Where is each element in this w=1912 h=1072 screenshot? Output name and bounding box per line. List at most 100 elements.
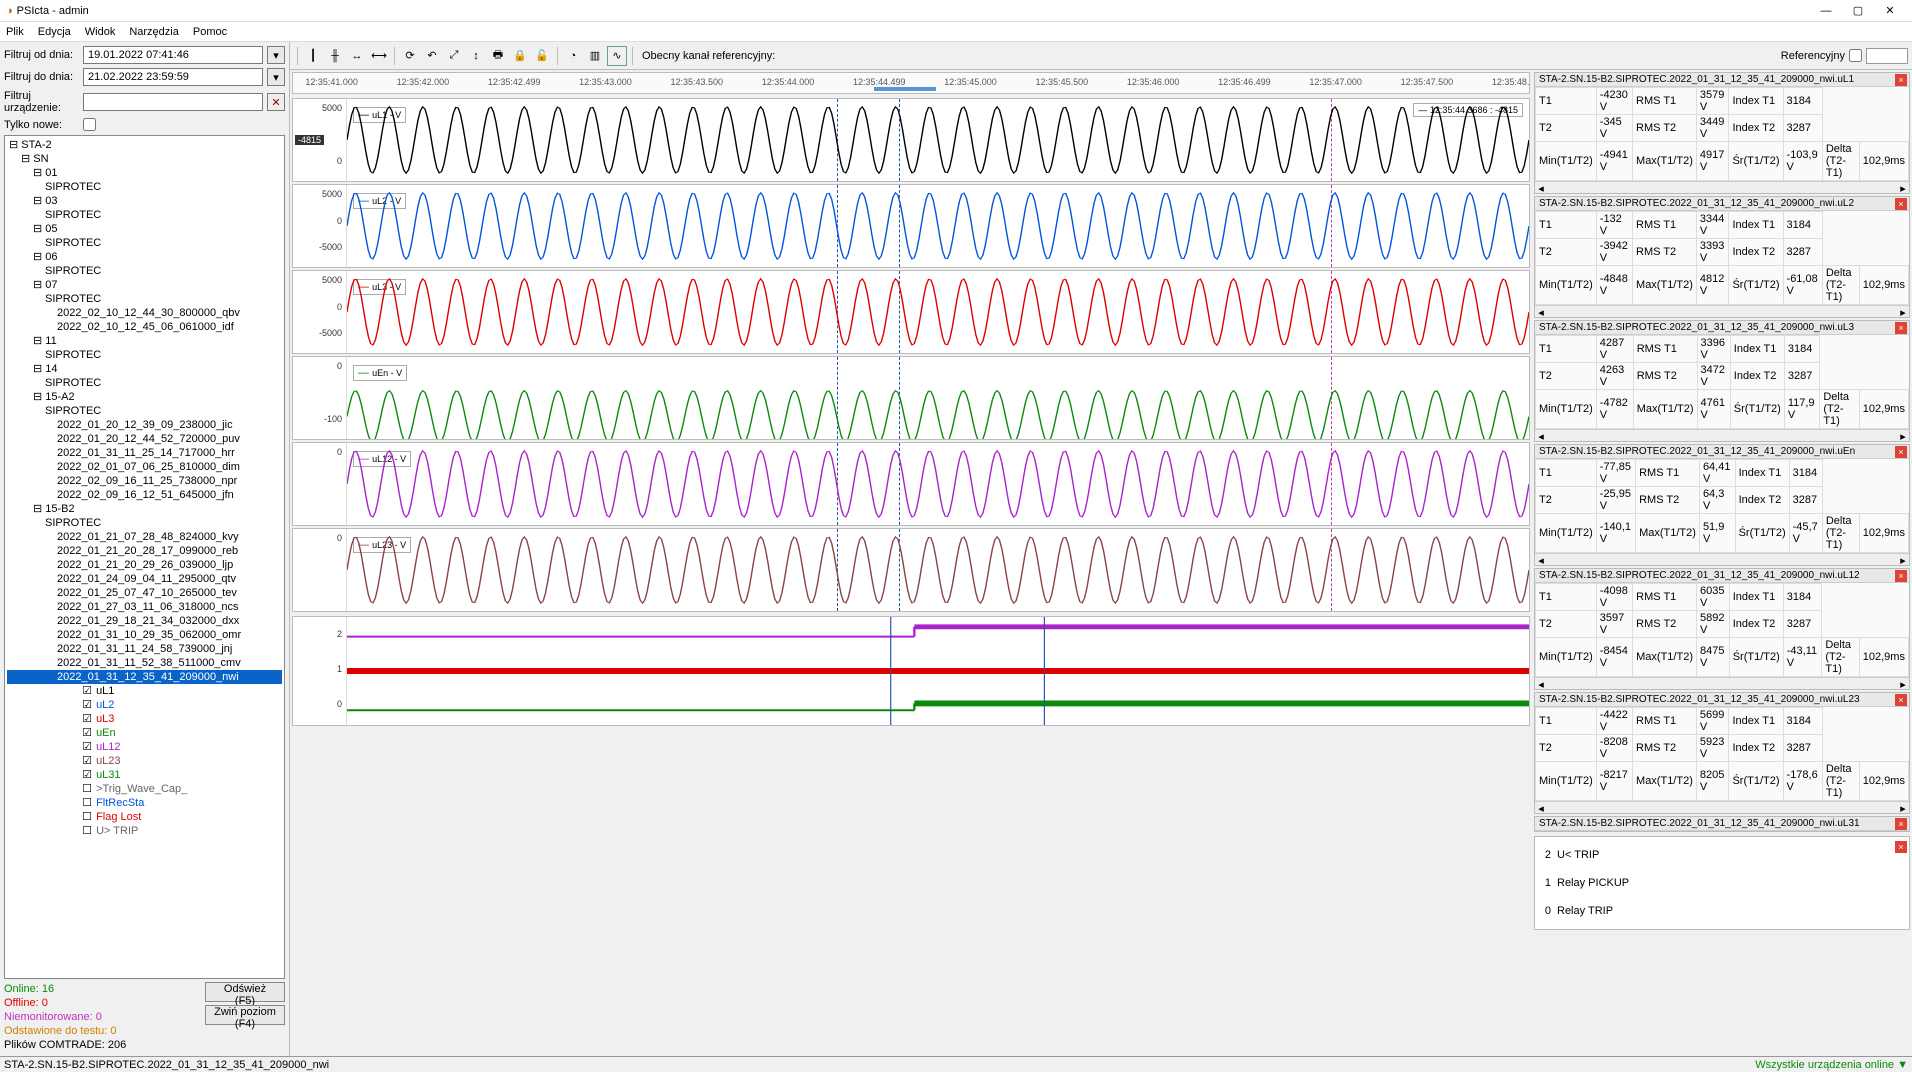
ref-checkbox[interactable] <box>1849 49 1862 62</box>
tree-row[interactable]: SIPROTEC <box>7 348 282 362</box>
tree-row[interactable]: SIPROTEC <box>7 404 282 418</box>
tree-row[interactable]: ☐ >Trig_Wave_Cap_ <box>7 782 282 796</box>
bars-icon[interactable]: ▥ <box>585 46 605 66</box>
tree-row[interactable]: 2022_02_01_07_06_25_810000_dim <box>7 460 282 474</box>
close-button[interactable]: ✕ <box>1874 2 1906 20</box>
analog-plot[interactable]: 0-100— uEn - V <box>292 356 1530 440</box>
tree-row[interactable]: 2022_01_31_11_24_58_739000_jnj <box>7 642 282 656</box>
tree-row[interactable]: ⊟ SN <box>7 152 282 166</box>
tree-row[interactable]: 2022_01_31_12_35_41_209000_nwi <box>7 670 282 684</box>
tree-row[interactable]: ☑ uL12 <box>7 740 282 754</box>
tree-row[interactable]: ☐ FltRecSta <box>7 796 282 810</box>
info-close-icon[interactable]: × <box>1895 446 1907 458</box>
status-right[interactable]: Wszystkie urządzenia online ▼ <box>1755 1059 1908 1071</box>
info-close-icon[interactable]: × <box>1895 74 1907 86</box>
fit-horiz-icon[interactable]: ⟷ <box>369 46 389 66</box>
calendar-to-icon[interactable]: ▾ <box>267 68 285 86</box>
only-new-checkbox[interactable] <box>83 118 96 131</box>
tree-row[interactable]: ☑ uL31 <box>7 768 282 782</box>
info-scroll[interactable]: ◂▸ <box>1535 801 1909 813</box>
tree-row[interactable]: ⊟ 07 <box>7 278 282 292</box>
tree-row[interactable]: SIPROTEC <box>7 264 282 278</box>
tree-row[interactable]: ☐ Flag Lost <box>7 810 282 824</box>
tree-row[interactable]: 2022_01_27_03_11_06_318000_ncs <box>7 600 282 614</box>
ref-color-box[interactable] <box>1866 48 1908 64</box>
menu-plik[interactable]: Plik <box>6 26 24 38</box>
menu-widok[interactable]: Widok <box>85 26 116 38</box>
filter-to-input[interactable] <box>83 68 263 86</box>
tree-row[interactable]: ⊟ 15-A2 <box>7 390 282 404</box>
tree-row[interactable]: ☑ uL3 <box>7 712 282 726</box>
minimize-button[interactable]: ― <box>1810 2 1842 20</box>
tree-row[interactable]: 2022_02_09_16_11_25_738000_npr <box>7 474 282 488</box>
tree-row[interactable]: ☑ uL23 <box>7 754 282 768</box>
info-close-icon[interactable]: × <box>1895 818 1907 830</box>
tree-row[interactable]: 2022_01_24_09_04_11_295000_qtv <box>7 572 282 586</box>
menu-pomoc[interactable]: Pomoc <box>193 26 227 38</box>
tree-row[interactable]: ☐ U> TRIP <box>7 824 282 838</box>
tree-row[interactable]: 2022_02_10_12_44_30_800000_qbv <box>7 306 282 320</box>
unlock-icon[interactable]: 🔓 <box>532 46 552 66</box>
filter-device-input[interactable] <box>83 93 263 111</box>
tree-row[interactable]: 2022_01_20_12_44_52_720000_puv <box>7 432 282 446</box>
cursor-range-icon[interactable]: ↔ <box>347 46 367 66</box>
lock-icon[interactable]: 🔒 <box>510 46 530 66</box>
wave-toggle-icon[interactable]: ∿ <box>607 46 627 66</box>
analog-plot[interactable]: 0— uL23 - V <box>292 528 1530 612</box>
info-close-icon[interactable]: × <box>1895 198 1907 210</box>
tree-row[interactable]: SIPROTEC <box>7 180 282 194</box>
analog-plot[interactable]: 50000— uL1 - V— 12:35:44.3686 : -4815-48… <box>292 98 1530 182</box>
fit-y-icon[interactable]: ↕ <box>466 46 486 66</box>
info-scroll[interactable]: ◂▸ <box>1535 305 1909 317</box>
tree-row[interactable]: ⊟ 14 <box>7 362 282 376</box>
device-tree[interactable]: ⊟ STA-2⊟ SN⊟ 01SIPROTEC⊟ 03SIPROTEC⊟ 05S… <box>4 135 285 979</box>
digital-plot[interactable]: 210 <box>292 616 1530 726</box>
info-scroll[interactable]: ◂▸ <box>1535 553 1909 565</box>
tree-row[interactable]: 2022_01_21_07_28_48_824000_kvy <box>7 530 282 544</box>
tree-row[interactable]: 2022_01_21_20_29_26_039000_ljp <box>7 558 282 572</box>
maximize-button[interactable]: ▢ <box>1842 2 1874 20</box>
tree-row[interactable]: ⊟ STA-2 <box>7 138 282 152</box>
refresh-button[interactable]: Odśwież (F5) <box>205 982 285 1002</box>
info-scroll[interactable]: ◂▸ <box>1535 181 1909 193</box>
tree-row[interactable]: 2022_02_10_12_45_06_061000_idf <box>7 320 282 334</box>
tree-row[interactable]: SIPROTEC <box>7 208 282 222</box>
cursor-single-icon[interactable]: ┃ <box>303 46 323 66</box>
analog-plot[interactable]: 0— uL12 - V <box>292 442 1530 526</box>
tree-row[interactable]: 2022_01_20_12_39_09_238000_jic <box>7 418 282 432</box>
clear-filter-icon[interactable]: ✕ <box>267 93 285 111</box>
tree-row[interactable]: ☑ uEn <box>7 726 282 740</box>
print-icon[interactable]: 🖶 <box>488 46 508 66</box>
tree-row[interactable]: 2022_01_25_07_47_10_265000_tev <box>7 586 282 600</box>
tree-row[interactable]: ⊟ 01 <box>7 166 282 180</box>
tree-row[interactable]: ⊟ 15-B2 <box>7 502 282 516</box>
menu-narzedzia[interactable]: Narzędzia <box>129 26 179 38</box>
tree-row[interactable]: ⊟ 06 <box>7 250 282 264</box>
tree-row[interactable]: SIPROTEC <box>7 236 282 250</box>
filter-from-input[interactable] <box>83 46 263 64</box>
tree-row[interactable]: SIPROTEC <box>7 376 282 390</box>
info-scroll[interactable]: ◂▸ <box>1535 677 1909 689</box>
tree-row[interactable]: 2022_01_31_10_29_35_062000_omr <box>7 628 282 642</box>
menu-edycja[interactable]: Edycja <box>38 26 71 38</box>
analog-plot[interactable]: 50000-5000— uL2 - V <box>292 184 1530 268</box>
info-scroll[interactable]: ◂▸ <box>1535 429 1909 441</box>
tree-row[interactable]: ⊟ 03 <box>7 194 282 208</box>
tree-row[interactable]: ☑ uL1 <box>7 684 282 698</box>
tree-row[interactable]: SIPROTEC <box>7 292 282 306</box>
reload-icon[interactable]: ⟳ <box>400 46 420 66</box>
info-close-icon[interactable]: × <box>1895 694 1907 706</box>
collapse-button[interactable]: Zwiń poziom (F4) <box>205 1005 285 1025</box>
fit-all-icon[interactable]: ⤢ <box>444 46 464 66</box>
analog-plot[interactable]: 50000-5000— uL3 - V <box>292 270 1530 354</box>
info-close-icon[interactable]: × <box>1895 570 1907 582</box>
tree-row[interactable]: 2022_01_31_11_52_38_511000_cmv <box>7 656 282 670</box>
tree-row[interactable]: 2022_01_29_18_21_34_032000_dxx <box>7 614 282 628</box>
tree-row[interactable]: ⊟ 11 <box>7 334 282 348</box>
tree-row[interactable]: SIPROTEC <box>7 516 282 530</box>
info-close-icon[interactable]: × <box>1895 322 1907 334</box>
undo-icon[interactable]: ↶ <box>422 46 442 66</box>
tree-row[interactable]: 2022_01_21_20_28_17_099000_reb <box>7 544 282 558</box>
tree-row[interactable]: ☑ uL2 <box>7 698 282 712</box>
tree-row[interactable]: 2022_01_31_11_25_14_717000_hrr <box>7 446 282 460</box>
